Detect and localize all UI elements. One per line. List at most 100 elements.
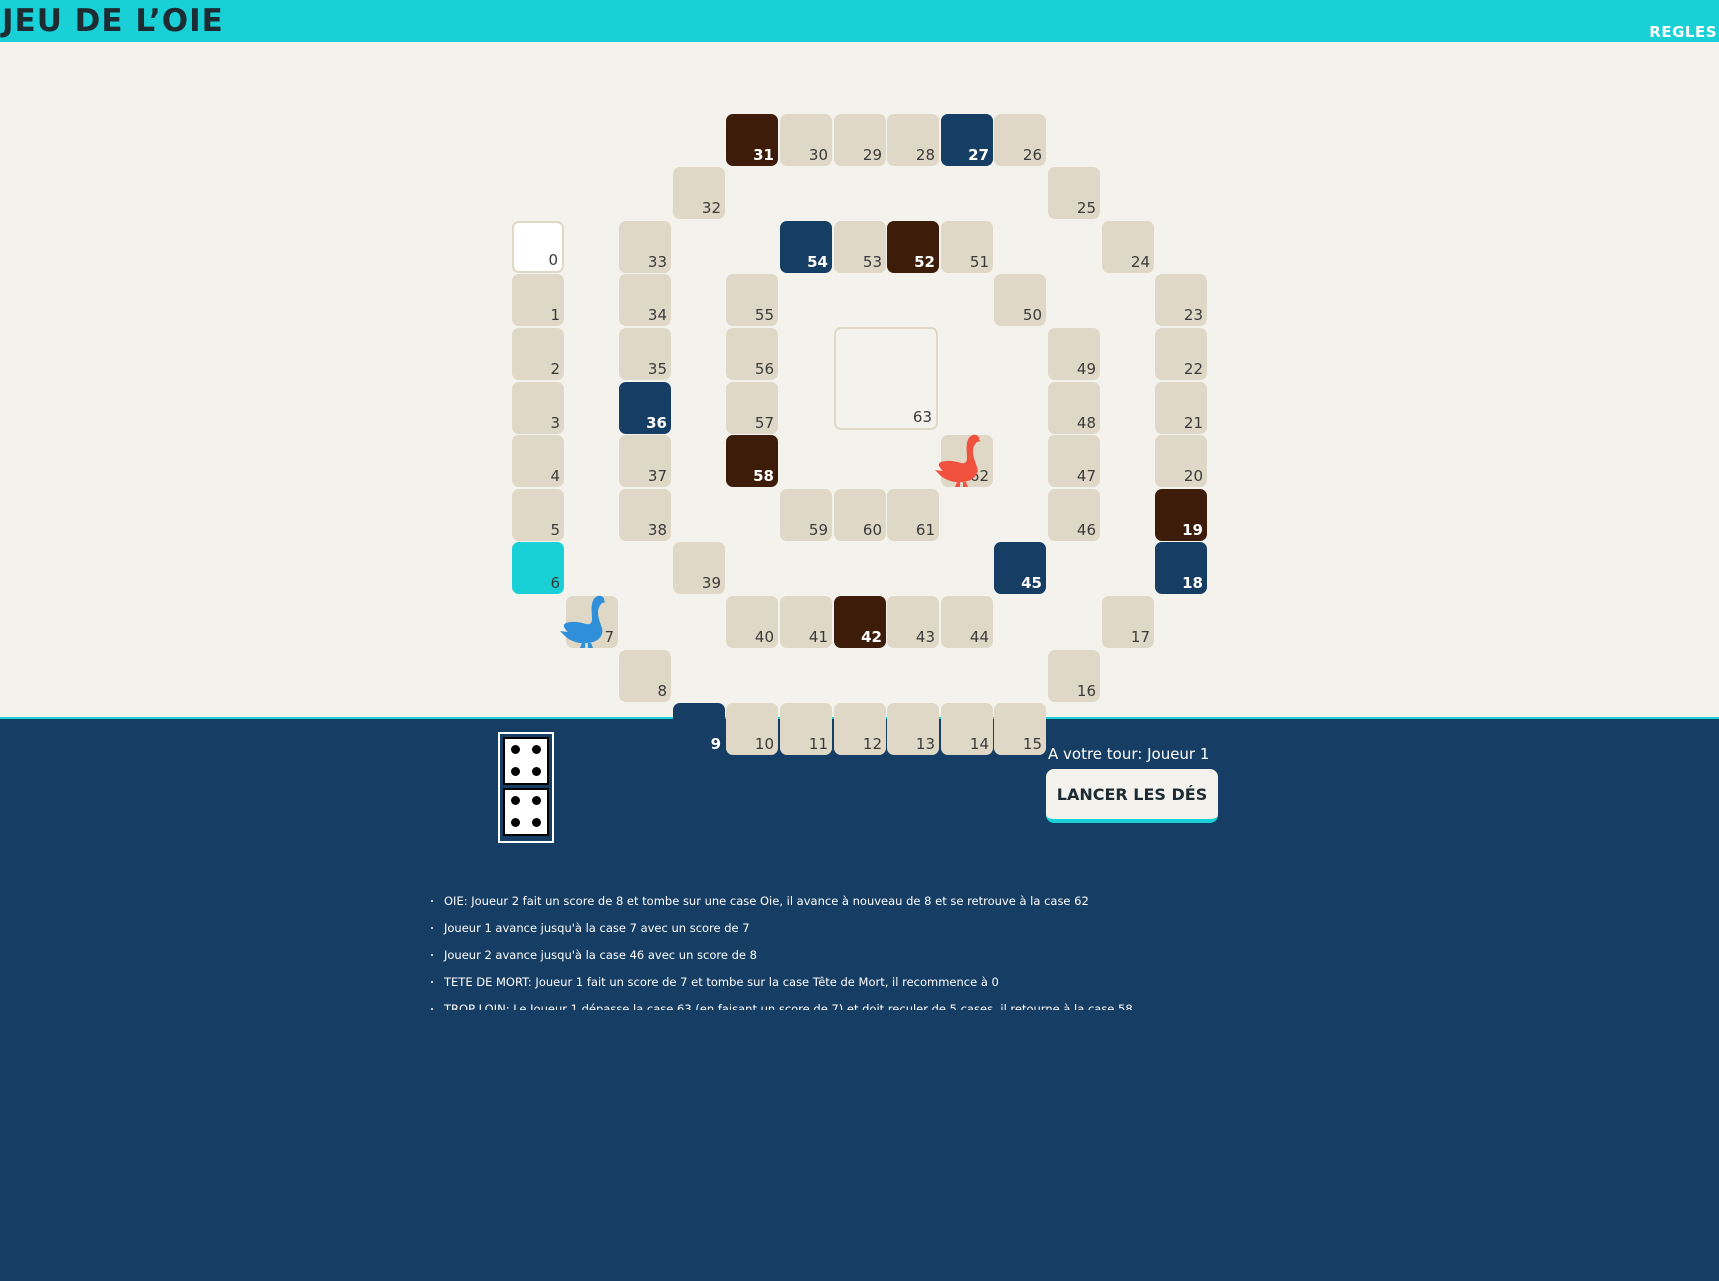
board-square-13: 13 <box>887 703 939 755</box>
die-pip <box>531 818 541 827</box>
board-square-number: 0 <box>548 251 558 269</box>
board-square-number: 9 <box>710 735 721 753</box>
board-square-number: 58 <box>753 467 774 485</box>
board-square-30: 30 <box>780 114 832 166</box>
board-square-number: 51 <box>969 253 989 271</box>
board-square-number: 23 <box>1183 306 1203 324</box>
board-square-number: 33 <box>647 253 667 271</box>
log-entry: TROP LOIN: Le Joueur 1 dépasse la case 6… <box>425 1001 1185 1010</box>
game-board: 0 1 2 3 4 5 6 7 8 9 10 11 12 13 14 15 16 17 18 19 20 21 22 23 24… <box>0 42 1719 755</box>
board-square-number: 4 <box>550 467 560 485</box>
board-square-18: 18 <box>1155 542 1207 594</box>
board-square-61: 61 <box>887 489 939 541</box>
roll-dice-button[interactable]: LANCER LES DÉS <box>1046 769 1218 823</box>
board-square-22: 22 <box>1155 328 1207 380</box>
goose-pawn-player-1-icon <box>558 590 606 652</box>
board-square-number: 53 <box>862 253 882 271</box>
board-square-56: 56 <box>726 328 778 380</box>
board-square-53: 53 <box>834 221 886 273</box>
board-square-number: 22 <box>1183 360 1203 378</box>
board-square-51: 51 <box>941 221 993 273</box>
board-square-24: 24 <box>1102 221 1154 273</box>
board-square-number: 25 <box>1076 199 1096 217</box>
board-square-number: 32 <box>701 199 721 217</box>
board-square-number: 1 <box>550 306 560 324</box>
board-square-43: 43 <box>887 596 939 648</box>
board-square-45: 45 <box>994 542 1046 594</box>
board-square-54: 54 <box>780 221 832 273</box>
board-square-number: 20 <box>1183 467 1203 485</box>
board-square-12: 12 <box>834 703 886 755</box>
board-square-10: 10 <box>726 703 778 755</box>
board-square-48: 48 <box>1048 382 1100 434</box>
board-square-number: 48 <box>1076 414 1096 432</box>
board-square-2: 2 <box>512 328 564 380</box>
board-square-40: 40 <box>726 596 778 648</box>
board-square-6: 6 <box>512 542 564 594</box>
board-square-number: 56 <box>754 360 774 378</box>
die-pip <box>531 745 541 754</box>
board-square-20: 20 <box>1155 435 1207 487</box>
board-square-49: 49 <box>1048 328 1100 380</box>
board-square-11: 11 <box>780 703 832 755</box>
board-square-number: 59 <box>808 521 828 539</box>
board-square-9: 9 <box>673 703 725 755</box>
board-square-number: 5 <box>550 521 560 539</box>
die-pip <box>510 745 520 754</box>
board-square-number: 11 <box>808 735 828 753</box>
log-entry: Joueur 2 avance jusqu'à la case 46 avec … <box>425 947 1185 974</box>
board-square-31: 31 <box>726 114 778 166</box>
board-square-57: 57 <box>726 382 778 434</box>
board-square-17: 17 <box>1102 596 1154 648</box>
board-square-8: 8 <box>619 650 671 702</box>
die-pip <box>510 818 520 827</box>
board-square-59: 59 <box>780 489 832 541</box>
die-pip <box>531 767 541 776</box>
turn-indicator: A votre tour: Joueur 1 <box>1048 745 1210 763</box>
board-square-number: 16 <box>1076 682 1096 700</box>
goose-pawn-player-2-icon <box>933 429 981 491</box>
board-square-19: 19 <box>1155 489 1207 541</box>
board-square-number: 10 <box>754 735 774 753</box>
board-square-34: 34 <box>619 274 671 326</box>
board-square-35: 35 <box>619 328 671 380</box>
board-square-32: 32 <box>673 167 725 219</box>
board-square-number: 26 <box>1022 146 1042 164</box>
board-square-number: 15 <box>1022 735 1042 753</box>
board-square-number: 13 <box>915 735 935 753</box>
board-square-58: 58 <box>726 435 778 487</box>
board-square-number: 14 <box>969 735 989 753</box>
board-square-number: 34 <box>647 306 667 324</box>
dice-display <box>498 732 554 843</box>
board-square-28: 28 <box>887 114 939 166</box>
game-log: OIE: Joueur 2 fait un score de 8 et tomb… <box>425 893 1185 1010</box>
board-square-4: 4 <box>512 435 564 487</box>
board-square-number: 17 <box>1130 628 1150 646</box>
board-square-number: 28 <box>915 146 935 164</box>
board-square-23: 23 <box>1155 274 1207 326</box>
board-square-number: 29 <box>862 146 882 164</box>
board-square-63: 63 <box>834 327 938 430</box>
board-square-number: 38 <box>647 521 667 539</box>
board-square-15: 15 <box>994 703 1046 755</box>
board-square-number: 8 <box>657 682 667 700</box>
board-square-3: 3 <box>512 382 564 434</box>
board-square-36: 36 <box>619 382 671 434</box>
board-square-41: 41 <box>780 596 832 648</box>
die-pip <box>510 767 520 776</box>
die-top <box>503 737 549 785</box>
log-entry: Joueur 1 avance jusqu'à la case 7 avec u… <box>425 920 1185 947</box>
header-bar: JEU DE L’OIE REGLES <box>0 0 1719 42</box>
board-square-number: 41 <box>808 628 828 646</box>
board-square-60: 60 <box>834 489 886 541</box>
board-square-number: 27 <box>968 146 989 164</box>
board-square-37: 37 <box>619 435 671 487</box>
board-square-50: 50 <box>994 274 1046 326</box>
board-square-52: 52 <box>887 221 939 273</box>
board-square-55: 55 <box>726 274 778 326</box>
board-square-number: 12 <box>862 735 882 753</box>
rules-link[interactable]: REGLES <box>1649 23 1717 41</box>
board-square-1: 1 <box>512 274 564 326</box>
log-entry: TETE DE MORT: Joueur 1 fait un score de … <box>425 974 1185 1001</box>
board-square-33: 33 <box>619 221 671 273</box>
